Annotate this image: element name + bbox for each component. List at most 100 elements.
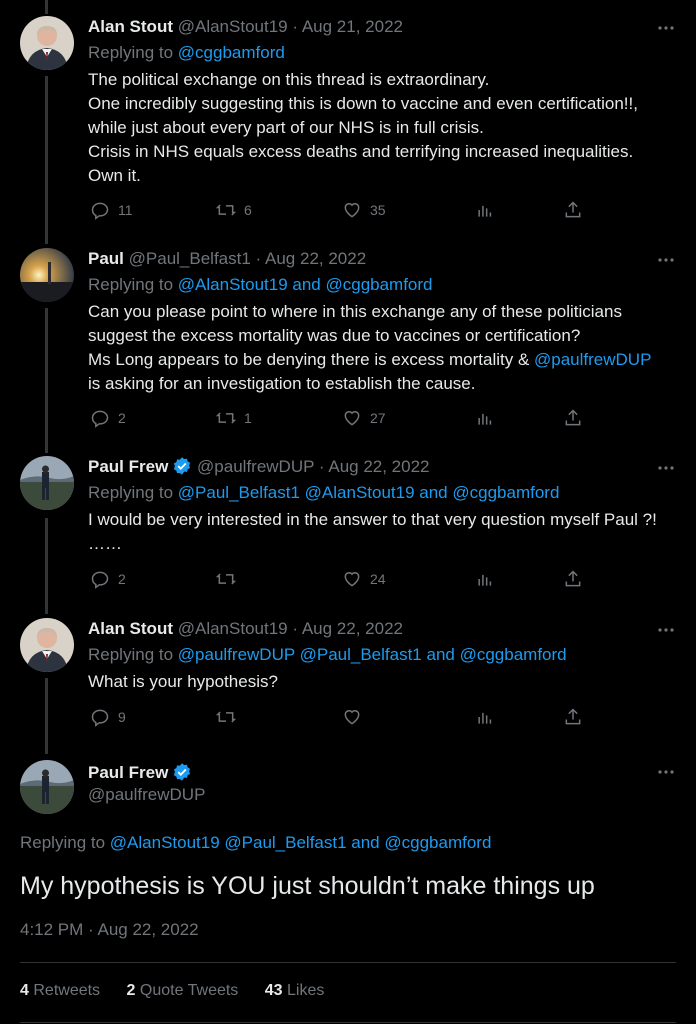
- retweet-button[interactable]: 6: [216, 199, 252, 221]
- avatar[interactable]: [20, 16, 74, 70]
- author-handle[interactable]: @AlanStout19: [178, 619, 288, 638]
- reply-count: 2: [118, 410, 126, 426]
- author-handle[interactable]: @paulfrewDUP: [88, 785, 205, 804]
- heart-icon: [344, 411, 360, 426]
- more-options-icon[interactable]: [656, 250, 676, 270]
- tweet-date[interactable]: Aug 21, 2022: [302, 17, 403, 36]
- tweet-line: ……: [88, 534, 122, 553]
- like-button[interactable]: 27: [342, 407, 386, 429]
- retweet-button[interactable]: [216, 706, 236, 728]
- tweet-date[interactable]: Aug 22, 2022: [328, 457, 429, 476]
- tweet-header: Alan Stout @AlanStout19 · Aug 22, 2022: [88, 618, 403, 640]
- tweet-line: The political exchange on this thread is…: [88, 70, 490, 89]
- analytics-icon: [478, 413, 492, 425]
- focused-tweet: Paul Frew @paulfrewDUP: [0, 760, 696, 820]
- reply-icon: [91, 709, 109, 727]
- tweet-text: The political exchange on this thread is…: [88, 68, 678, 188]
- analytics-icon: [478, 205, 492, 217]
- retweet-button[interactable]: [216, 568, 236, 590]
- reply-icon: [91, 571, 109, 589]
- retweets-label: Retweets: [33, 982, 101, 999]
- tweet-text: Can you please point to where in this ex…: [88, 300, 678, 396]
- likes-label: Likes: [287, 982, 325, 999]
- author-handle[interactable]: @paulfrewDUP: [197, 457, 314, 476]
- author-name[interactable]: Paul Frew: [88, 457, 168, 476]
- tweet-stats: 4 Retweets 2 Quote Tweets 43 Likes: [20, 982, 346, 1000]
- quote-tweets-stat[interactable]: 2 Quote Tweets: [127, 982, 239, 1000]
- tweet[interactable]: Paul Frew @paulfrewDUP · Aug 22, 2022 Re…: [0, 456, 696, 606]
- tweet-line: I would be very interested in the answer…: [88, 510, 657, 529]
- tweet-header: Paul Frew: [88, 762, 192, 784]
- analytics-button[interactable]: [475, 407, 495, 429]
- tweet-handle-row: @paulfrewDUP: [88, 784, 205, 806]
- tweet-timestamp[interactable]: 4:12 PM · Aug 22, 2022: [20, 920, 199, 940]
- tweet-header: Paul @Paul_Belfast1 · Aug 22, 2022: [88, 248, 366, 270]
- author-handle[interactable]: @AlanStout19: [178, 17, 288, 36]
- author-name[interactable]: Alan Stout: [88, 17, 173, 36]
- retweets-stat[interactable]: 4 Retweets: [20, 982, 100, 1000]
- like-button[interactable]: [342, 706, 362, 728]
- analytics-icon: [478, 712, 492, 724]
- tweet-actions: 11 6 35: [80, 199, 600, 223]
- analytics-button[interactable]: [475, 706, 495, 728]
- author-name[interactable]: Alan Stout: [88, 619, 173, 638]
- reply-icon: [91, 410, 109, 428]
- avatar[interactable]: [20, 760, 74, 814]
- like-button[interactable]: 35: [342, 199, 386, 221]
- reply-button[interactable]: 11: [90, 199, 133, 221]
- replying-prefix: Replying to: [88, 275, 178, 294]
- quote-tweets-count: 2: [126, 982, 136, 999]
- tweet-line: suggest the excess mortality was due to …: [88, 326, 581, 345]
- share-button[interactable]: [563, 407, 583, 429]
- tweet-date[interactable]: Aug 22, 2022: [302, 619, 403, 638]
- tweet[interactable]: Paul @Paul_Belfast1 · Aug 22, 2022 Reply…: [0, 248, 696, 444]
- share-button[interactable]: [563, 199, 583, 221]
- more-options-icon[interactable]: [656, 762, 676, 782]
- tweet-actions: 9: [80, 706, 600, 730]
- author-name[interactable]: Paul Frew: [88, 763, 168, 782]
- mention-link[interactable]: @paulfrewDUP: [534, 350, 651, 369]
- separator-dot: ·: [255, 249, 262, 268]
- avatar[interactable]: [20, 456, 74, 510]
- retweet-button[interactable]: 1: [216, 407, 252, 429]
- reply-button[interactable]: 2: [90, 568, 126, 590]
- reply-mention[interactable]: @AlanStout19 and @cggbamford: [178, 275, 433, 294]
- reply-button[interactable]: 2: [90, 407, 126, 429]
- tweet-line: What is your hypothesis?: [88, 672, 278, 691]
- retweet-count: 1: [244, 410, 252, 426]
- like-count: 35: [370, 202, 386, 218]
- share-button[interactable]: [563, 706, 583, 728]
- analytics-button[interactable]: [475, 568, 495, 590]
- analytics-button[interactable]: [475, 199, 495, 221]
- replying-to: Replying to @AlanStout19 and @cggbamford: [88, 274, 433, 296]
- tweet[interactable]: Alan Stout @AlanStout19 · Aug 21, 2022 R…: [0, 16, 696, 232]
- avatar[interactable]: [20, 618, 74, 672]
- share-button[interactable]: [563, 568, 583, 590]
- divider: [20, 1022, 676, 1023]
- author-name[interactable]: Paul: [88, 249, 124, 268]
- like-button[interactable]: 24: [342, 568, 386, 590]
- tweet-text: I would be very interested in the answer…: [88, 508, 678, 556]
- tweet[interactable]: Alan Stout @AlanStout19 · Aug 22, 2022 R…: [0, 618, 696, 738]
- reply-mention[interactable]: @cggbamford: [178, 43, 285, 62]
- separator-dot: ·: [318, 457, 325, 476]
- reply-count: 2: [118, 571, 126, 587]
- replying-to: Replying to @paulfrewDUP @Paul_Belfast1 …: [88, 644, 567, 666]
- author-handle[interactable]: @Paul_Belfast1: [129, 249, 251, 268]
- replying-prefix: Replying to: [88, 483, 178, 502]
- reply-mention[interactable]: @paulfrewDUP @Paul_Belfast1 and @cggbamf…: [178, 645, 567, 664]
- reply-mention[interactable]: @Paul_Belfast1 @AlanStout19 and @cggbamf…: [178, 483, 560, 502]
- likes-stat[interactable]: 43 Likes: [265, 982, 325, 1000]
- retweet-icon: [216, 711, 236, 723]
- reply-mention[interactable]: @AlanStout19 @Paul_Belfast1 and @cggbamf…: [110, 833, 492, 852]
- share-icon: [565, 201, 581, 218]
- more-options-icon[interactable]: [656, 458, 676, 478]
- reply-button[interactable]: 9: [90, 706, 126, 728]
- avatar[interactable]: [20, 248, 74, 302]
- retweet-count: 6: [244, 202, 252, 218]
- tweet-date[interactable]: Aug 22, 2022: [265, 249, 366, 268]
- more-options-icon[interactable]: [656, 620, 676, 640]
- separator-dot: ·: [292, 619, 299, 638]
- tweet-line: Own it.: [88, 166, 141, 185]
- more-options-icon[interactable]: [656, 18, 676, 38]
